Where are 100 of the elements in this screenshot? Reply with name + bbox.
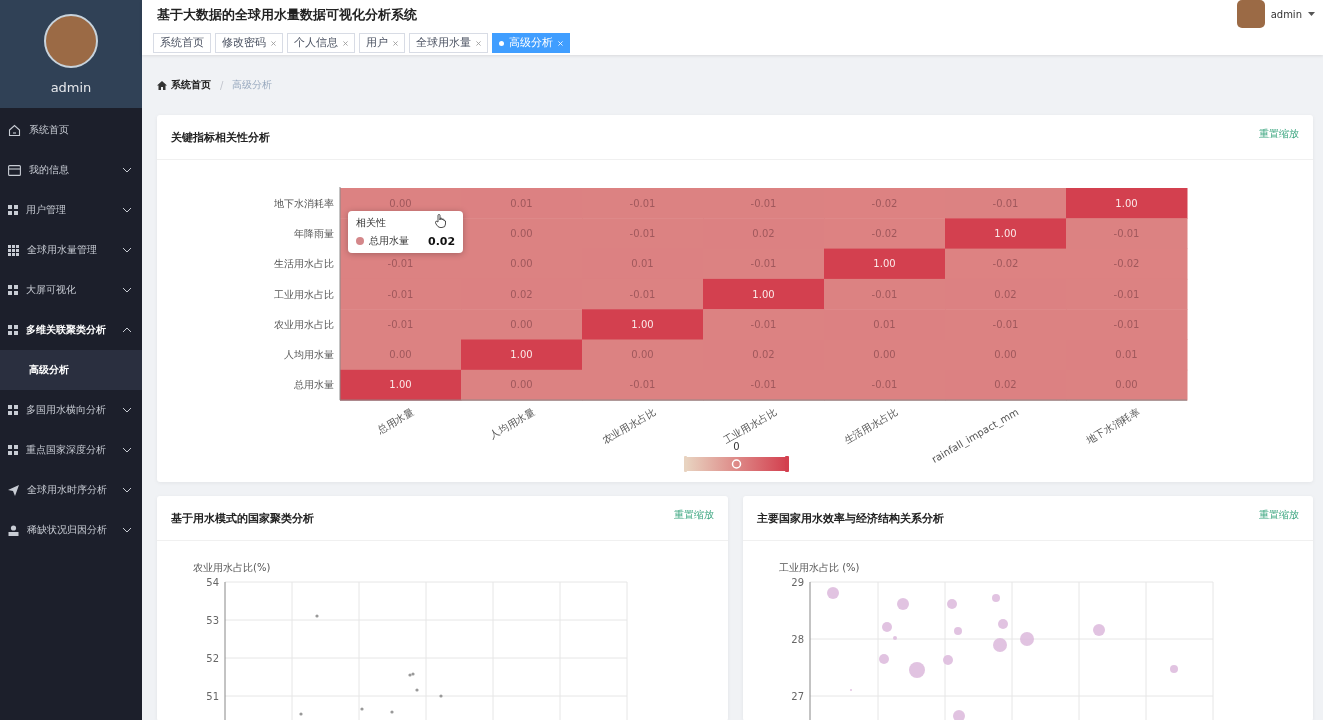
tick-label: 52: [206, 652, 219, 664]
cell-value: -0.01: [1113, 227, 1140, 239]
cell-value: -0.02: [871, 197, 898, 209]
menu-item[interactable]: 全球用水量管理: [0, 230, 142, 270]
home-icon: [8, 123, 21, 137]
cell-value: 0.00: [389, 349, 412, 361]
cell-value: 0.01: [873, 318, 896, 330]
heatmap-cell[interactable]: [340, 339, 462, 371]
axis-label: 生活用水占比: [842, 406, 900, 446]
menu-item[interactable]: 多国用水横向分析: [0, 390, 142, 430]
heatmap-cell[interactable]: [582, 309, 704, 340]
card-title: 关键指标相关性分析: [171, 129, 270, 145]
cell-value: -0.01: [1113, 318, 1140, 330]
heatmap-cell[interactable]: [824, 218, 946, 250]
cell-value: 0.00: [510, 318, 533, 330]
cell-value: -0.01: [750, 197, 777, 209]
cell-value: 0.00: [994, 349, 1017, 361]
menu-item[interactable]: 多维关联聚类分析: [0, 310, 142, 350]
heatmap-cell[interactable]: [461, 309, 583, 340]
axis-label: 年降雨量: [294, 227, 334, 239]
heatmap-cell[interactable]: [461, 339, 583, 371]
cell-value: -0.01: [1113, 288, 1140, 300]
cell-value: -0.02: [871, 227, 898, 239]
heatmap-cell[interactable]: [945, 218, 1067, 250]
close-icon[interactable]: [343, 40, 348, 46]
menu-item[interactable]: 全球用水时序分析: [0, 470, 142, 510]
color-scale-track[interactable]: [684, 456, 789, 472]
cell-value: -0.01: [992, 318, 1019, 330]
chevron-down-icon: [122, 167, 132, 173]
heatmap-cell[interactable]: [824, 248, 946, 280]
cell-value: -0.01: [871, 288, 898, 300]
axis-title: 农业用水占比(%): [193, 562, 271, 573]
heatmap-cell[interactable]: [824, 278, 946, 310]
cell-value: -0.01: [750, 379, 777, 391]
tab[interactable]: 个人信息: [287, 33, 355, 53]
cell-value: 0.02: [510, 288, 533, 300]
axis-title: 工业用水占比 (%): [778, 562, 859, 573]
heatmap-cell[interactable]: [945, 188, 1067, 219]
cell-value: 1.00: [873, 258, 896, 270]
tab[interactable]: 修改密码: [215, 33, 283, 53]
tick-label: 28: [790, 633, 804, 645]
close-icon[interactable]: [393, 40, 398, 46]
close-icon[interactable]: [271, 40, 276, 46]
send-icon: [8, 484, 19, 496]
scale-value: 0: [733, 441, 740, 452]
cell-value: 0.02: [994, 288, 1017, 300]
cell-value: 1.00: [631, 318, 654, 330]
cell-value: 1.00: [752, 288, 775, 300]
tooltip-series: 总用水量: [369, 234, 409, 248]
close-icon[interactable]: [476, 40, 481, 46]
menu-item[interactable]: 我的信息: [0, 150, 142, 190]
cell-value: -0.01: [387, 318, 414, 330]
user-name: admin: [50, 80, 92, 95]
cell-value: -0.01: [629, 197, 656, 209]
tab[interactable]: 全球用水量: [409, 33, 488, 53]
menu-item[interactable]: 大屏可视化: [0, 270, 142, 310]
caret-icon[interactable]: [1308, 12, 1315, 16]
cell-value: -0.02: [1113, 258, 1140, 270]
menu-item[interactable]: 用户管理: [0, 190, 142, 230]
cell-value: -0.01: [750, 258, 777, 270]
heatmap-cell[interactable]: [703, 278, 825, 310]
breadcrumb-link[interactable]: 系统首页: [171, 78, 211, 92]
heatmap-cell[interactable]: [1066, 218, 1188, 250]
cell-value: -0.01: [992, 197, 1019, 209]
axis-label: 工业用水占比: [274, 288, 334, 300]
slider-handle[interactable]: [731, 459, 742, 469]
chevron-down-icon: [122, 447, 132, 453]
tab[interactable]: 用户: [359, 33, 405, 53]
app-title: 基于大数据的全球用水量数据可视化分析系统: [157, 6, 417, 24]
heatmap-cell[interactable]: [1066, 188, 1188, 219]
submenu-item[interactable]: 高级分析: [0, 350, 142, 390]
tick-label: 29: [790, 576, 804, 588]
tick-label: 54: [206, 576, 219, 588]
axis-label: 农业用水占比: [274, 318, 334, 330]
cell-value: -0.01: [387, 288, 414, 300]
axis-label: 地下水消耗率: [274, 197, 334, 209]
cell-value: 1.00: [994, 227, 1017, 239]
chevron-down-icon: [122, 287, 132, 293]
cell-value: 0.00: [510, 258, 533, 270]
menu-item[interactable]: 系统首页: [0, 110, 142, 150]
wallet-icon: [8, 164, 21, 176]
cell-value: 0.01: [631, 258, 654, 270]
tab[interactable]: 系统首页: [153, 33, 211, 53]
cell-value: 0.01: [510, 197, 533, 209]
grid-icon: [8, 405, 18, 415]
cell-value: 0.02: [752, 349, 775, 361]
menu-item[interactable]: 稀缺状况归因分析: [0, 510, 142, 550]
user-name[interactable]: admin: [1270, 8, 1302, 20]
axis-label: 人均用水量: [284, 349, 334, 361]
menu-item[interactable]: 重点国家深度分析: [0, 430, 142, 470]
cell-value: 0.00: [389, 197, 412, 209]
cell-value: 0.02: [752, 227, 775, 239]
cell-value: 0.00: [1115, 379, 1138, 391]
cell-value: 1.00: [389, 379, 412, 391]
cell-value: -0.01: [750, 318, 777, 330]
card-title: 主要国家用水效率与经济结构关系分析: [756, 510, 944, 526]
user-icon: [8, 524, 19, 536]
tick-label: 51: [206, 690, 219, 702]
chevron-up-icon: [122, 327, 132, 333]
avatar-image[interactable]: [1236, 0, 1265, 28]
